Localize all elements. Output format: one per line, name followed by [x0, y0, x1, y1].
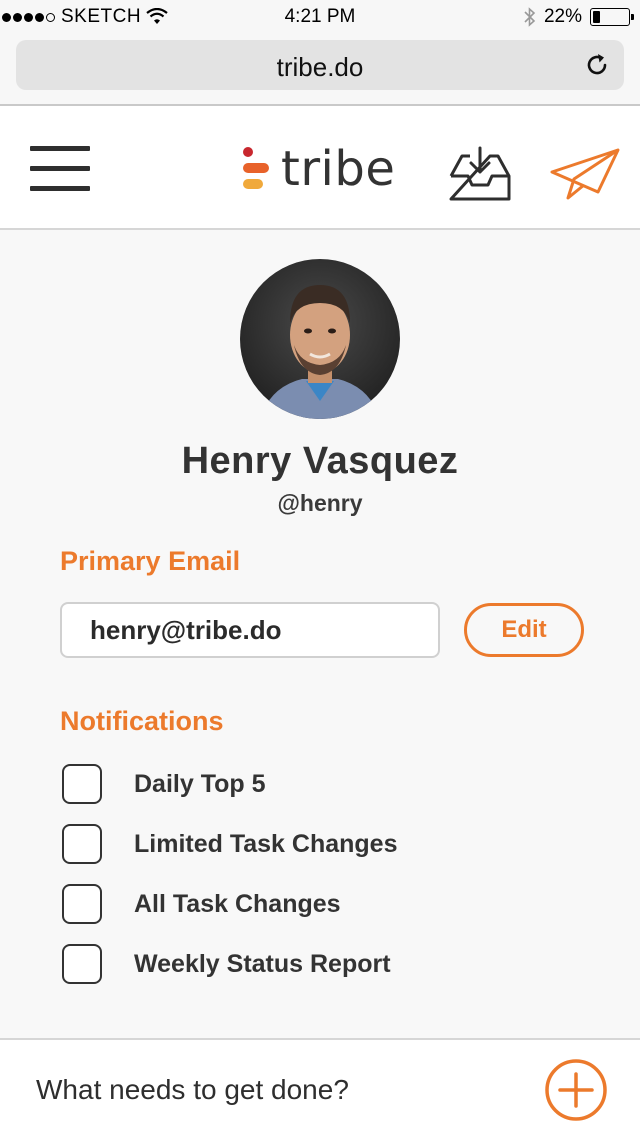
checkbox[interactable] — [62, 824, 102, 864]
battery-icon — [590, 8, 634, 26]
notification-label: Daily Top 5 — [134, 769, 266, 798]
avatar[interactable] — [240, 259, 400, 419]
status-right: 22% — [524, 6, 634, 28]
plus-circle-icon[interactable] — [544, 1058, 608, 1122]
battery-level — [593, 11, 601, 23]
hamburger-menu-icon[interactable] — [30, 146, 90, 192]
checkbox[interactable] — [62, 764, 102, 804]
edit-email-button[interactable]: Edit — [464, 603, 584, 657]
reload-icon[interactable] — [584, 52, 610, 78]
profile-handle: @henry — [277, 490, 363, 516]
inbox-download-icon[interactable] — [448, 146, 512, 202]
checkbox[interactable] — [62, 884, 102, 924]
tribe-logo-mark-icon — [243, 147, 269, 191]
email-field[interactable] — [60, 602, 440, 658]
status-bar: SKETCH 4:21 PM 22% — [0, 0, 640, 34]
notification-option-all-task-changes[interactable]: All Task Changes — [62, 884, 341, 924]
bluetooth-icon — [524, 7, 536, 27]
new-task-input[interactable] — [36, 1070, 516, 1110]
primary-email-heading: Primary Email — [60, 546, 241, 576]
notification-option-daily-top-5[interactable]: Daily Top 5 — [62, 764, 266, 804]
profile-name: Henry Vasquez — [181, 440, 459, 482]
notification-label: All Task Changes — [134, 889, 341, 918]
battery-percent: 22% — [543, 6, 582, 27]
logo-text: tribe — [281, 141, 396, 197]
address-bar-url[interactable]: tribe.do — [16, 52, 624, 83]
notification-label: Weekly Status Report — [134, 949, 391, 978]
notification-option-limited-task-changes[interactable]: Limited Task Changes — [62, 824, 398, 864]
paper-plane-icon[interactable] — [548, 146, 622, 202]
browser-toolbar: tribe.do — [0, 34, 640, 106]
notification-option-weekly-status-report[interactable]: Weekly Status Report — [62, 944, 391, 984]
task-entry-bar — [0, 1038, 640, 1136]
checkbox[interactable] — [62, 944, 102, 984]
tribe-logo[interactable]: tribe — [243, 144, 395, 194]
address-bar[interactable]: tribe.do — [16, 40, 624, 90]
notifications-heading: Notifications — [60, 706, 224, 736]
notification-label: Limited Task Changes — [134, 829, 398, 858]
avatar-photo — [240, 259, 400, 419]
app-header: tribe — [0, 106, 640, 230]
